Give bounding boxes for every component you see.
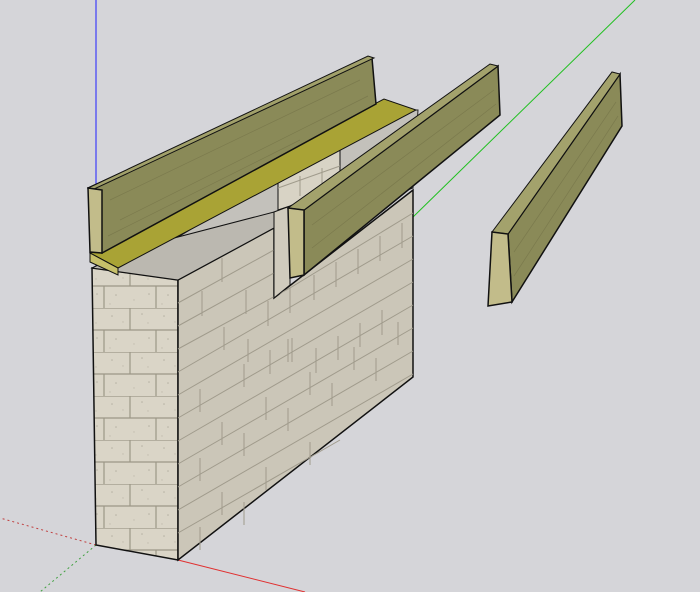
3d-viewport[interactable] <box>0 0 700 592</box>
timber-beam-right <box>487 71 623 307</box>
beam-front-end <box>87 187 103 254</box>
beam-middle-end <box>287 207 305 279</box>
green-axis-dotted <box>39 544 97 592</box>
wall-end-face <box>91 267 179 561</box>
beam-right-end <box>487 231 513 307</box>
red-axis-dotted <box>0 517 97 546</box>
red-axis <box>177 559 306 592</box>
model-scene <box>0 0 636 592</box>
